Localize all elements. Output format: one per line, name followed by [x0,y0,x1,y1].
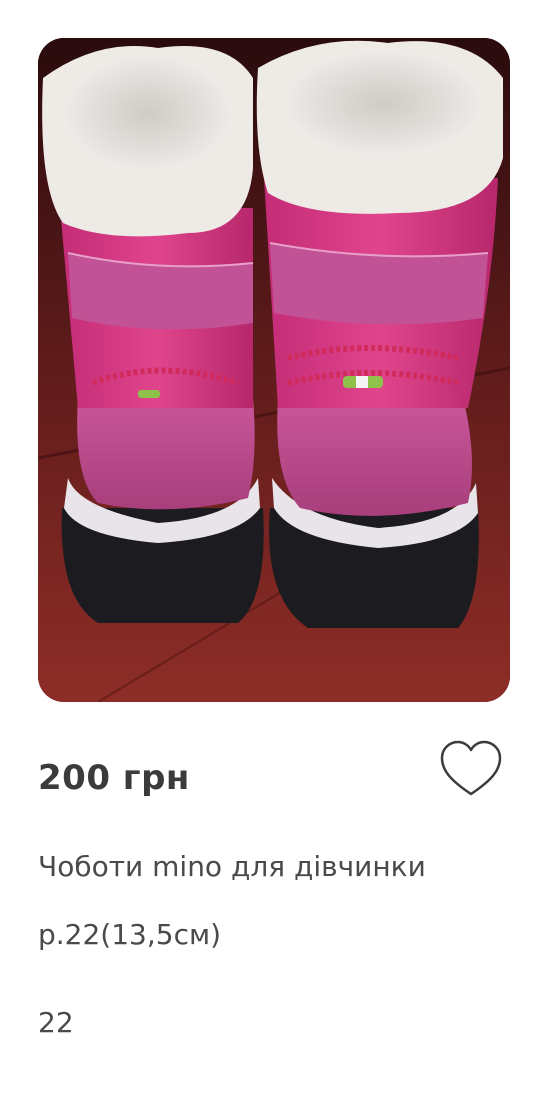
product-photo[interactable] [38,38,510,702]
heart-outline-icon[interactable] [438,738,504,800]
product-size: 22 [38,1006,74,1039]
product-subtitle[interactable]: р.22(13,5см) [38,918,221,951]
product-photo-illustration [38,38,510,702]
product-title[interactable]: Чоботи mino для дівчинки [38,850,426,883]
price-label: 200 грн [38,758,190,798]
heart-icon-graphic [440,740,502,796]
product-card[interactable]: 200 грн Чоботи mino для дівчинки р.22(13… [0,0,543,1112]
